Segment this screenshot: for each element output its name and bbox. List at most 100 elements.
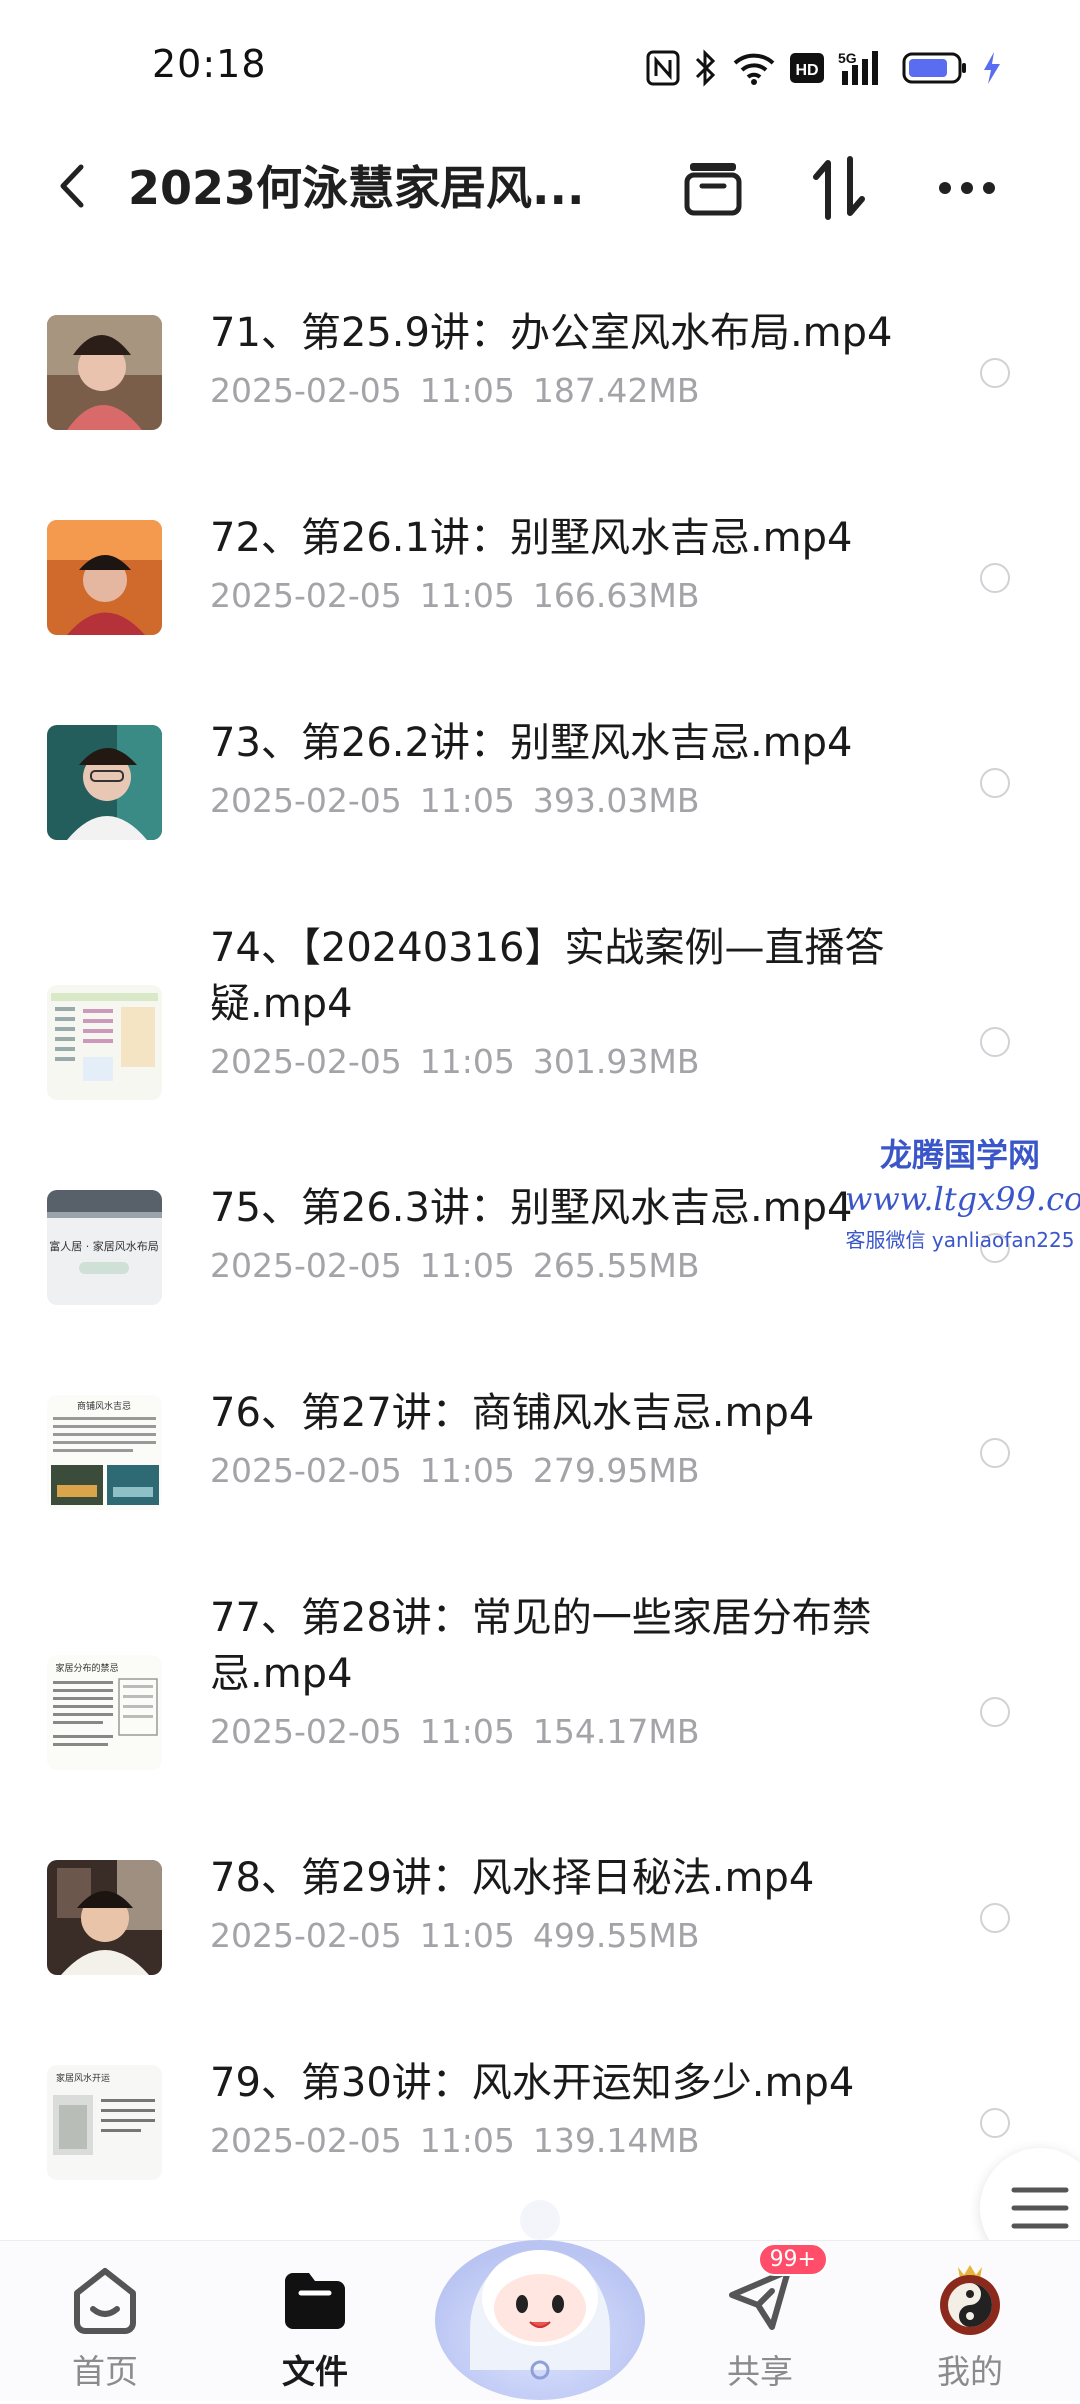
nav-home-label: 首页 — [72, 2352, 138, 2391]
archive-button[interactable] — [673, 148, 753, 228]
file-date: 2025-02-05 — [210, 1042, 402, 1081]
file-name-line: 74、【20240316】实战案例—直播答 — [210, 925, 885, 971]
select-radio[interactable] — [980, 563, 1010, 593]
more-button[interactable] — [927, 148, 1007, 228]
file-thumbnail — [47, 520, 162, 635]
file-date: 2025-02-05 — [210, 1916, 402, 1955]
status-time: 20:18 — [152, 42, 267, 86]
select-radio[interactable] — [980, 1438, 1010, 1468]
select-radio[interactable] — [980, 1903, 1010, 1933]
file-meta: 2025-02-05 11:05 139.14MB — [210, 2121, 699, 2160]
file-size: 265.55MB — [532, 1246, 700, 1285]
bluetooth-icon — [694, 49, 718, 87]
nav-files[interactable]: 文件 — [240, 2259, 390, 2391]
file-thumbnail — [47, 315, 162, 430]
svg-text:HD: HD — [795, 62, 818, 79]
file-meta: 2025-02-05 11:05 279.95MB — [210, 1451, 699, 1490]
wifi-icon — [732, 51, 776, 85]
back-icon — [60, 164, 84, 208]
select-radio[interactable] — [980, 2108, 1010, 2138]
file-time: 11:05 — [419, 2121, 515, 2160]
svg-text:家居风水开运: 家居风水开运 — [56, 2072, 110, 2084]
nav-profile-label: 我的 — [937, 2352, 1003, 2391]
file-thumbnail — [47, 985, 162, 1100]
file-row[interactable]: 家居分布的禁忌 77、第28讲：常见的一些家居分布禁 忌.mp4 2025-02-05… — [0, 1560, 1080, 1820]
select-radio[interactable] — [980, 768, 1010, 798]
select-radio[interactable] — [980, 1027, 1010, 1057]
avatar-icon — [930, 2259, 1010, 2339]
home-icon — [65, 2259, 145, 2339]
file-meta: 2025-02-05 11:05 166.63MB — [210, 576, 699, 615]
file-meta: 2025-02-05 11:05 499.55MB — [210, 1916, 699, 1955]
file-time: 11:05 — [419, 371, 515, 410]
back-button[interactable] — [40, 154, 104, 218]
file-time: 11:05 — [419, 1451, 515, 1490]
file-meta: 2025-02-05 11:05 187.42MB — [210, 371, 699, 410]
watermark-sub: 客服微信 yanliaofan225 — [845, 1228, 1075, 1252]
svg-text:家居分布的禁忌: 家居分布的禁忌 — [55, 1662, 118, 1674]
file-thumbnail: 家居分布的禁忌 — [47, 1655, 162, 1770]
nfc-icon — [646, 50, 680, 86]
file-meta: 2025-02-05 11:05 301.93MB — [210, 1042, 699, 1081]
file-name-line: 76、第27讲：商铺风水吉忌.mp4 — [210, 1390, 815, 1436]
sort-icon — [813, 156, 865, 220]
file-thumbnail — [47, 725, 162, 840]
status-icons: HD 5G — [646, 46, 1002, 90]
file-thumbnail: 家居风水开运 — [47, 2065, 162, 2180]
file-size: 166.63MB — [532, 576, 700, 615]
svg-text:富人居 · 家居风水布局: 富人居 · 家居风水布局 — [49, 1239, 159, 1253]
file-name-line: 忌.mp4 — [210, 1651, 353, 1697]
file-size: 139.14MB — [532, 2121, 700, 2160]
file-date: 2025-02-05 — [210, 781, 402, 820]
archive-icon — [684, 163, 742, 216]
watermark-url: www.ltgx99.com — [845, 1180, 1080, 1218]
file-meta: 2025-02-05 11:05 154.17MB — [210, 1712, 699, 1751]
file-time: 11:05 — [419, 1712, 515, 1751]
svg-text:商铺风水吉忌: 商铺风水吉忌 — [77, 1400, 131, 1412]
file-row[interactable]: 商铺风水吉忌 76、第27讲：商铺风水吉忌.mp4 2025-02-05 11:05 2… — [0, 1355, 1080, 1560]
file-meta: 2025-02-05 11:05 265.55MB — [210, 1246, 699, 1285]
file-name: 71、第25.9讲：办公室风水布局.mp4 — [210, 305, 930, 361]
file-date: 2025-02-05 — [210, 1451, 402, 1490]
select-radio[interactable] — [980, 358, 1010, 388]
file-row[interactable]: 72、第26.1讲：别墅风水吉忌.mp4 2025-02-05 11:05 166.6… — [0, 480, 1080, 685]
file-thumbnail: 商铺风水吉忌 — [47, 1395, 162, 1510]
file-name-line: 疑.mp4 — [210, 981, 353, 1027]
ai-assistant-button[interactable] — [430, 2180, 650, 2400]
file-name: 74、【20240316】实战案例—直播答 疑.mp4 — [210, 920, 930, 1032]
file-size: 154.17MB — [532, 1712, 700, 1751]
nav-profile[interactable]: 我的 — [895, 2259, 1045, 2391]
file-size: 279.95MB — [532, 1451, 700, 1490]
file-thumbnail — [47, 1860, 162, 1975]
file-size: 301.93MB — [532, 1042, 700, 1081]
share-icon: 99+ — [720, 2243, 828, 2339]
file-time: 11:05 — [419, 1246, 515, 1285]
file-name: 78、第29讲：风水择日秘法.mp4 — [210, 1850, 930, 1906]
select-radio[interactable] — [980, 1697, 1010, 1727]
file-row[interactable]: 71、第25.9讲：办公室风水布局.mp4 2025-02-05 11:05 187.… — [0, 275, 1080, 480]
nav-files-label: 文件 — [282, 2352, 348, 2391]
watermark: 龙腾国学网 www.ltgx99.com 客服微信 yanliaofan225 — [845, 1130, 1080, 1253]
watermark-title: 龙腾国学网 — [879, 1136, 1040, 1174]
file-meta: 2025-02-05 11:05 393.03MB — [210, 781, 699, 820]
battery-icon — [902, 51, 968, 85]
file-thumbnail: 富人居 · 家居风水布局 — [47, 1190, 162, 1305]
charging-icon — [982, 51, 1002, 85]
sort-button[interactable] — [800, 148, 880, 228]
nav-home[interactable]: 首页 — [30, 2259, 180, 2391]
menu-lines-icon — [1011, 2187, 1069, 2229]
file-date: 2025-02-05 — [210, 1246, 402, 1285]
file-name-line: 79、第30讲：风水开运知多少.mp4 — [210, 2060, 855, 2106]
file-row[interactable]: 78、第29讲：风水择日秘法.mp4 2025-02-05 11:05 499.55M… — [0, 1820, 1080, 2025]
file-date: 2025-02-05 — [210, 576, 402, 615]
file-name: 73、第26.2讲：别墅风水吉忌.mp4 — [210, 715, 930, 771]
file-row[interactable]: 73、第26.2讲：别墅风水吉忌.mp4 2025-02-05 11:05 393.0… — [0, 685, 1080, 890]
file-date: 2025-02-05 — [210, 2121, 402, 2160]
file-name: 72、第26.1讲：别墅风水吉忌.mp4 — [210, 510, 930, 566]
file-name-line: 71、第25.9讲：办公室风水布局.mp4 — [210, 310, 893, 356]
svg-text:5G: 5G — [838, 50, 857, 66]
mascot-icon — [435, 2200, 645, 2400]
signal-5g-icon: 5G — [838, 49, 888, 87]
nav-share[interactable]: 99+ 共享 — [685, 2243, 835, 2391]
file-row[interactable]: 74、【20240316】实战案例—直播答 疑.mp4 2025-02-05 11:0… — [0, 890, 1080, 1150]
